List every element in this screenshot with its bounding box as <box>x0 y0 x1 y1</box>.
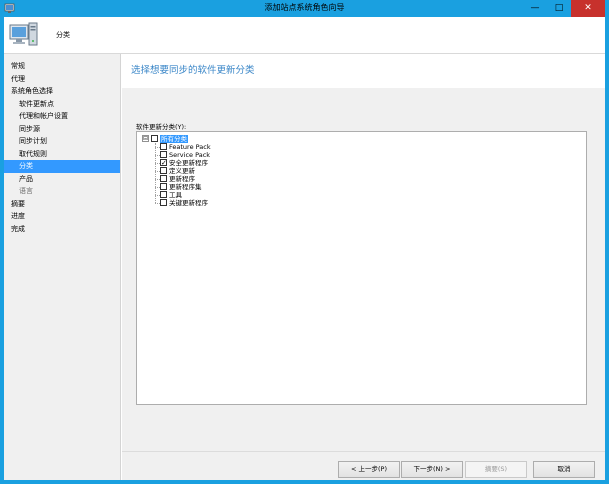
tree-item-label[interactable]: 安全更新程序 <box>169 159 208 167</box>
wizard-footer: < 上一步(P) 下一步(N) > 摘要(S) 取消 <box>122 451 605 480</box>
tree-checkbox[interactable] <box>160 191 167 198</box>
classification-label: 软件更新分类(Y): <box>136 123 187 131</box>
checked-checkbox[interactable]: ✓ <box>160 159 167 167</box>
tree-item-label[interactable]: 工具 <box>169 191 182 199</box>
content-title: 选择想要同步的软件更新分类 <box>131 65 255 76</box>
close-button[interactable]: ✕ <box>571 0 605 17</box>
tree-checkbox[interactable] <box>151 135 158 142</box>
wizard-client: 分类 常规 代理 系统角色选择 软件更新点 代理和帐户设置 同步源 同步计划 取代规则 分类 产品… <box>4 17 605 480</box>
nav-item: 语言 <box>19 187 33 195</box>
computer-wizard-icon <box>9 22 38 46</box>
nav-item: 完成 <box>11 224 25 233</box>
collapse-expander-icon[interactable]: ⊟ <box>142 135 149 142</box>
maximize-button[interactable]: □ <box>547 0 571 17</box>
tree-checkbox[interactable] <box>160 151 167 158</box>
nav-item: 摘要 <box>11 199 25 208</box>
nav-item: 代理和帐户设置 <box>19 112 68 120</box>
page-title: 分类 <box>56 31 70 39</box>
nav-item: 同步源 <box>19 124 40 133</box>
wizard-header: 分类 <box>4 17 605 54</box>
next-button[interactable]: 下一步(N) > <box>401 461 463 478</box>
nav-item: 软件更新点 <box>19 99 54 108</box>
wizard-window: 添加站点系统角色向导 — □ ✕ 分类 常规代理系统角色选择软件更新点代理和帐户… <box>0 0 609 484</box>
tree-item-label[interactable]: Feature Pack <box>169 143 211 151</box>
nav-item: 常规 <box>11 62 25 70</box>
nav-item: 系统角色选择 <box>11 87 53 95</box>
nav-item: 取代规则 <box>19 149 47 158</box>
tree-connector-line <box>155 143 156 203</box>
tree-checkbox[interactable] <box>160 143 167 150</box>
tree-checkbox[interactable] <box>160 167 167 174</box>
nav-item: 产品 <box>19 174 33 183</box>
title-bar[interactable]: 添加站点系统角色向导 — □ ✕ <box>0 0 609 17</box>
tree-item-label[interactable]: 定义更新 <box>169 167 195 175</box>
nav-item: 代理 <box>11 74 25 83</box>
minimize-button[interactable]: — <box>523 0 547 17</box>
tree-item-label[interactable]: 更新程序 <box>169 175 195 183</box>
previous-button[interactable]: < 上一步(P) <box>338 461 400 478</box>
tree-checkbox[interactable] <box>160 199 167 206</box>
nav-item: 同步计划 <box>19 137 47 145</box>
window-title: 添加站点系统角色向导 <box>264 3 345 12</box>
wizard-content: 选择想要同步的软件更新分类 软件更新分类(Y): ⊟ 所有分类 Feature Pa… <box>122 54 605 480</box>
wizard-nav: 常规代理系统角色选择软件更新点代理和帐户设置 同步源同步计划取代规则分类 产品语言摘… <box>4 54 121 480</box>
nav-item: 分类 <box>4 160 120 173</box>
classification-tree[interactable]: ⊟ 所有分类 Feature Pack Service Pack ✓ 安全更新程序 定义更新… <box>136 131 587 405</box>
tree-item-label[interactable]: 更新程序集 <box>169 183 202 191</box>
tree-item-label[interactable]: 关键更新程序 <box>169 199 208 207</box>
content-header: 选择想要同步的软件更新分类 <box>122 54 605 88</box>
tree-checkbox[interactable] <box>160 183 167 190</box>
summary-button: 摘要(S) <box>465 461 527 478</box>
tree-item-label[interactable]: Service Pack <box>169 151 210 159</box>
cancel-button[interactable]: 取消 <box>533 461 595 478</box>
tree-checkbox[interactable] <box>160 175 167 182</box>
nav-item: 进度 <box>11 212 25 220</box>
tree-item-label[interactable]: 所有分类 <box>160 135 188 143</box>
